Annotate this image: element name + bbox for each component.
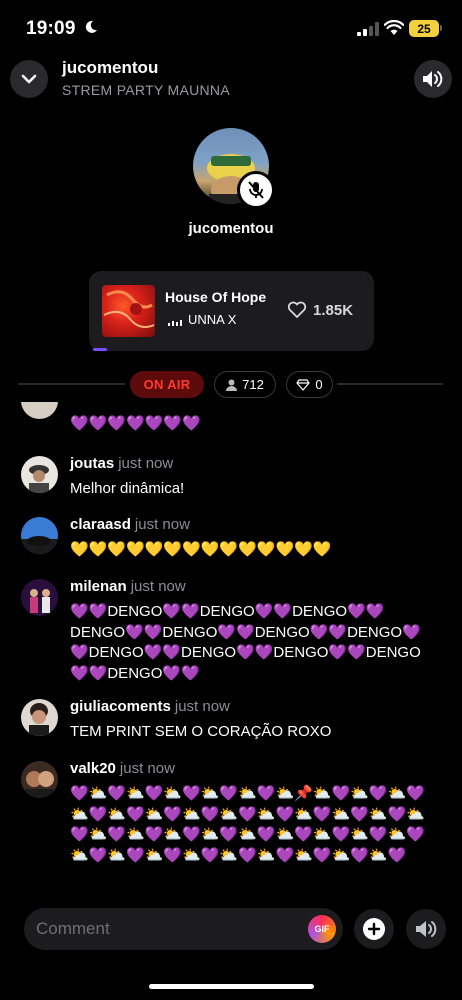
status-time: 19:09 (26, 18, 76, 39)
mic-off-icon (248, 181, 264, 199)
comment-placeholder: Comment (36, 919, 110, 938)
avatar-photo (30, 589, 50, 613)
host-name: jucomentou (188, 220, 274, 237)
collapse-button[interactable] (10, 60, 48, 98)
message-text: 💜💜💜💜💜💜💜 (70, 415, 201, 432)
user-avatar[interactable] (21, 517, 58, 554)
battery-indicator: 25 (409, 20, 439, 37)
message-header: milenan just now (70, 578, 186, 595)
avatar-photo (25, 771, 54, 798)
message-username[interactable]: milenan (70, 578, 127, 595)
message-text: 💛💛💛💛💛💛💛💛💛💛💛💛💛💛 (70, 541, 332, 558)
message-username[interactable]: valk20 (70, 760, 116, 777)
wifi-icon (384, 20, 404, 35)
status-bar: 19:09 25 (0, 0, 462, 54)
chat-feed[interactable]: 💜💜💜💜💜💜💜 joutas just now Melhor dinâmica! … (0, 402, 462, 900)
listener-count: 712 (242, 377, 264, 392)
message-time: just now (130, 578, 186, 595)
message-time: just now (118, 455, 174, 472)
signal-icon (357, 22, 379, 36)
like-button[interactable]: 1.85K (287, 301, 353, 319)
message-username[interactable]: joutas (70, 455, 114, 472)
song-artist: UNNA X (188, 312, 237, 327)
gif-button[interactable]: GIF (308, 915, 336, 943)
listeners-pill[interactable]: 712 (214, 371, 276, 398)
room-host-title: jucomentou (62, 58, 159, 77)
home-indicator (149, 984, 314, 989)
divider-left (18, 383, 125, 385)
message-username[interactable]: claraasd (70, 516, 131, 533)
message-time: just now (134, 516, 190, 533)
equalizer-icon (168, 320, 182, 326)
on-air-badge: ON AIR (130, 371, 204, 398)
message-text: TEM PRINT SEM O CORAÇÃO ROXO (70, 723, 332, 740)
heart-icon (287, 301, 307, 318)
song-title: House Of Hope (165, 289, 267, 305)
now-playing-card[interactable]: House Of Hope UNNA X 1.85K (89, 271, 374, 351)
speaker-low-icon (416, 921, 437, 937)
message-header: giuliacoments just now (70, 698, 230, 715)
message-header: joutas just now (70, 455, 173, 472)
host-mic-status (237, 171, 275, 209)
like-count: 1.85K (313, 301, 354, 319)
avatar-photo (21, 536, 58, 554)
user-avatar[interactable] (21, 699, 58, 736)
message-username[interactable]: giuliacoments (70, 698, 171, 715)
room-name: STREM PARTY MAUNNA (62, 82, 230, 98)
audio-output-button[interactable] (406, 909, 446, 949)
message-time: just now (174, 698, 230, 715)
gems-pill[interactable]: 0 (286, 371, 333, 398)
diamond-icon (296, 378, 310, 391)
user-avatar[interactable] (21, 579, 58, 616)
album-art-graphic (103, 290, 155, 328)
speaker-button[interactable] (414, 60, 452, 98)
add-button[interactable] (354, 909, 394, 949)
avatar-photo (29, 703, 49, 736)
plus-icon (363, 918, 385, 940)
avatar-photo (29, 465, 49, 493)
moon-icon (85, 20, 97, 33)
song-progress (93, 348, 107, 351)
user-avatar[interactable] (21, 456, 58, 493)
speaker-icon (423, 71, 443, 87)
user-avatar[interactable] (21, 761, 58, 798)
message-header: claraasd just now (70, 516, 190, 533)
battery-tip (440, 25, 442, 31)
album-art (102, 285, 155, 337)
chevron-down-icon (21, 74, 37, 84)
message-text: 💜⛅💜⛅💜⛅💜⛅💜⛅💜⛅📌⛅💜⛅💜⛅💜⛅💜⛅💜⛅💜⛅💜⛅💜⛅💜⛅💜⛅💜⛅💜⛅💜⛅… (70, 785, 425, 864)
divider-right (337, 383, 443, 385)
message-time: just now (119, 760, 175, 777)
message-header: valk20 just now (70, 760, 175, 777)
gem-count: 0 (315, 377, 323, 392)
message-text: Melhor dinâmica! (70, 480, 185, 497)
user-avatar[interactable] (21, 402, 58, 419)
message-text: 💜💜DENGO💜💜DENGO💜💜DENGO💜💜DENGO💜💜DENGO💜💜DEN… (70, 603, 421, 682)
comment-input[interactable]: Comment GIF (24, 908, 343, 950)
person-icon (226, 379, 238, 391)
